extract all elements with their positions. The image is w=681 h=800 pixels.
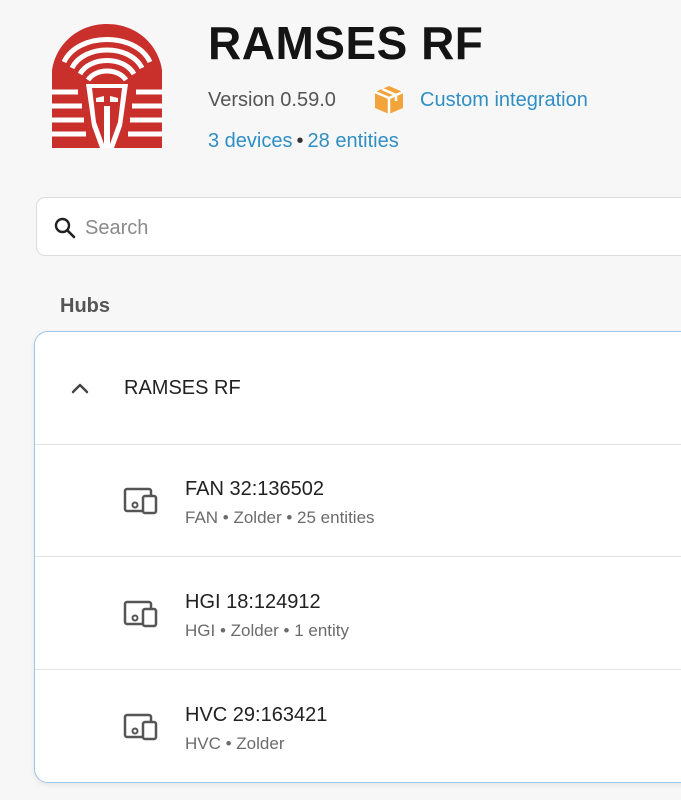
device-meta: FAN • Zolder • 25 entities bbox=[185, 508, 375, 527]
search-box[interactable] bbox=[36, 197, 681, 256]
device-meta: HGI • Zolder • 1 entity bbox=[185, 621, 350, 640]
hub-card: RAMSES RF FAN 32:136502 FAN • Zolder • 2… bbox=[34, 331, 681, 783]
device-name: FAN 32:136502 bbox=[185, 478, 324, 500]
entities-link[interactable]: 28 entities bbox=[308, 130, 399, 152]
hub-name: RAMSES RF bbox=[124, 377, 241, 399]
pharaoh-logo-icon bbox=[52, 24, 162, 148]
custom-integration-box-icon[interactable] bbox=[372, 84, 406, 116]
device-row[interactable]: HVC 29:163421 HVC • Zolder bbox=[35, 670, 681, 782]
device-entity-links: 3 devices • 28 entities bbox=[208, 130, 399, 153]
integration-title: RAMSES RF bbox=[208, 17, 484, 69]
custom-integration-link[interactable]: Custom integration bbox=[420, 89, 588, 112]
device-name: HVC 29:163421 bbox=[185, 704, 328, 726]
devices-link[interactable]: 3 devices bbox=[208, 130, 293, 152]
version-text: Version 0.59.0 bbox=[208, 89, 336, 111]
search-input[interactable] bbox=[83, 212, 647, 244]
device-meta: HVC • Zolder bbox=[185, 734, 285, 753]
device-row[interactable]: HGI 18:124912 HGI • Zolder • 1 entity bbox=[35, 557, 681, 670]
devices-icon bbox=[123, 600, 158, 628]
devices-icon bbox=[123, 713, 158, 741]
device-name: HGI 18:124912 bbox=[185, 591, 321, 613]
section-title-hubs: Hubs bbox=[60, 295, 110, 317]
device-row[interactable]: FAN 32:136502 FAN • Zolder • 25 entities bbox=[35, 444, 681, 557]
devices-icon bbox=[123, 487, 158, 515]
hub-header-row[interactable]: RAMSES RF bbox=[35, 332, 681, 445]
search-icon bbox=[54, 217, 76, 239]
chevron-up-icon[interactable] bbox=[68, 376, 92, 400]
links-separator: • bbox=[296, 130, 304, 152]
